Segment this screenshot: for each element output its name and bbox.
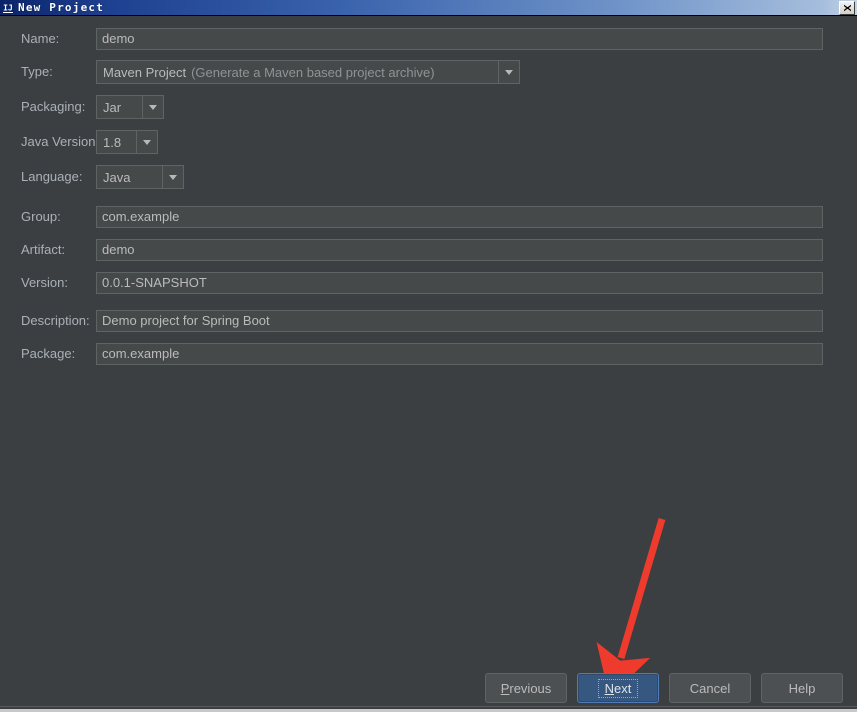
chevron-down-icon[interactable] bbox=[162, 166, 183, 188]
title-bar: IJ New Project bbox=[0, 0, 857, 16]
language-combo-value: Java bbox=[103, 169, 131, 185]
help-button[interactable]: Help bbox=[761, 673, 843, 703]
chevron-down-icon[interactable] bbox=[142, 96, 163, 118]
form-row-type: Type: Maven Project (Generate a Maven ba… bbox=[0, 57, 857, 87]
type-combo[interactable]: Maven Project (Generate a Maven based pr… bbox=[96, 60, 520, 84]
form-row-artifact: Artifact: demo bbox=[0, 238, 857, 262]
type-combo-hint: (Generate a Maven based project archive) bbox=[191, 64, 435, 80]
close-icon[interactable] bbox=[839, 0, 855, 15]
intellij-idea-icon: IJ bbox=[1, 1, 15, 15]
dialog-button-bar: Previous Next Cancel Help bbox=[0, 673, 857, 703]
label-packaging: Packaging: bbox=[21, 99, 86, 114]
previous-button[interactable]: Previous bbox=[485, 673, 567, 703]
java-version-combo[interactable]: 1.8 bbox=[96, 130, 158, 154]
project-form: Name: demo Type: Maven Project (Generate… bbox=[0, 17, 857, 366]
previous-button-label: revious bbox=[509, 680, 552, 696]
next-button-focus-ring: Next bbox=[597, 678, 639, 698]
label-description: Description: bbox=[21, 313, 90, 328]
type-combo-primary: Maven Project bbox=[103, 64, 187, 80]
form-row-group: Group: com.example bbox=[0, 205, 857, 229]
next-button-mnemonic: N bbox=[604, 680, 615, 696]
label-name: Name: bbox=[21, 31, 60, 46]
previous-button-mnemonic: P bbox=[500, 680, 510, 696]
svg-text:IJ: IJ bbox=[3, 3, 13, 12]
label-type: Type: bbox=[21, 64, 53, 79]
label-java-version: Java Version: bbox=[21, 134, 100, 149]
packaging-combo[interactable]: Jar bbox=[96, 95, 164, 119]
label-language: Language: bbox=[21, 169, 83, 184]
window-title: New Project bbox=[18, 0, 105, 14]
form-row-packaging: Packaging: Jar bbox=[0, 92, 857, 122]
next-button-label: ext bbox=[614, 680, 632, 696]
type-combo-value: Maven Project (Generate a Maven based pr… bbox=[97, 61, 498, 83]
java-version-combo-value: 1.8 bbox=[103, 134, 122, 150]
form-row-language: Language: Java bbox=[0, 162, 857, 192]
package-input[interactable]: com.example bbox=[96, 343, 823, 365]
window-bottom-edge bbox=[0, 706, 857, 712]
chevron-down-icon[interactable] bbox=[136, 131, 157, 153]
new-project-dialog: IJ New Project Name: demo Type: Maven Pr… bbox=[0, 0, 857, 712]
form-row-description: Description: Demo project for Spring Boo… bbox=[0, 309, 857, 333]
artifact-input[interactable]: demo bbox=[96, 239, 823, 261]
form-row-package: Package: com.example bbox=[0, 342, 857, 366]
name-input[interactable]: demo bbox=[96, 28, 823, 50]
label-version: Version: bbox=[21, 275, 68, 290]
form-row-name: Name: demo bbox=[0, 27, 857, 51]
group-input[interactable]: com.example bbox=[96, 206, 823, 228]
language-combo[interactable]: Java bbox=[96, 165, 184, 189]
description-input[interactable]: Demo project for Spring Boot bbox=[96, 310, 823, 332]
next-button[interactable]: Next bbox=[577, 673, 659, 703]
packaging-combo-value: Jar bbox=[103, 99, 122, 115]
version-input[interactable]: 0.0.1-SNAPSHOT bbox=[96, 272, 823, 294]
cancel-button[interactable]: Cancel bbox=[669, 673, 751, 703]
form-row-version: Version: 0.0.1-SNAPSHOT bbox=[0, 271, 857, 295]
label-group: Group: bbox=[21, 209, 61, 224]
form-row-java-version: Java Version: 1.8 bbox=[0, 127, 857, 157]
label-package: Package: bbox=[21, 346, 76, 361]
chevron-down-icon[interactable] bbox=[498, 61, 519, 83]
label-artifact: Artifact: bbox=[21, 242, 66, 257]
